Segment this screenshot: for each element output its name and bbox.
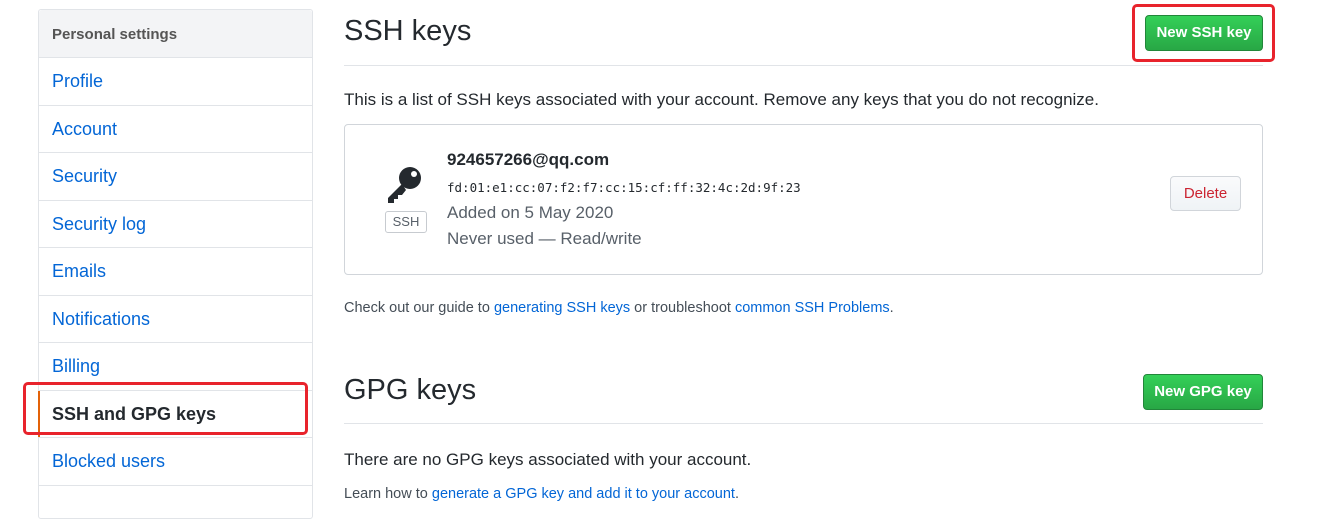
sidebar-header: Personal settings [39,10,312,58]
key-usage: Never used — Read/write [447,229,642,248]
gpg-empty-text: There are no GPG keys associated with yo… [344,450,752,469]
key-fingerprint: fd:01:e1:cc:07:f2:f7:cc:15:cf:ff:32:4c:2… [447,180,801,195]
settings-sidebar: Personal settings Profile Account Securi… [38,9,313,519]
key-added-date: Added on 5 May 2020 [447,203,614,222]
ssh-keys-title: SSH keys [344,15,472,47]
ssh-intro-text: This is a list of SSH keys associated wi… [344,90,1099,109]
ssh-guide-text: Check out our guide to generating SSH ke… [344,300,894,316]
sidebar-item-security[interactable]: Security [39,153,312,201]
ssh-key-card: SSH 924657266@qq.com fd:01:e1:cc:07:f2:f… [344,124,1263,275]
new-gpg-key-button[interactable]: New GPG key [1143,374,1263,410]
guide-prefix: Check out our guide to [344,300,494,316]
key-icon [388,167,421,203]
sidebar-item-security-log[interactable]: Security log [39,201,312,248]
gpg-learn-text: Learn how to generate a GPG key and add … [344,486,739,502]
learn-prefix: Learn how to [344,486,432,502]
sidebar-item-notifications[interactable]: Notifications [39,296,312,343]
new-ssh-key-button[interactable]: New SSH key [1145,15,1263,51]
gpg-divider [344,423,1263,424]
sidebar-item-emails[interactable]: Emails [39,248,312,296]
sidebar-item-profile[interactable]: Profile [39,58,312,106]
generate-gpg-key-link[interactable]: generate a GPG key and add it to your ac… [432,486,735,502]
guide-suffix: . [889,300,894,316]
key-title: 924657266@qq.com [447,150,610,169]
gpg-keys-title: GPG keys [344,374,477,406]
learn-suffix: . [734,486,739,502]
generating-ssh-keys-link[interactable]: generating SSH keys [494,300,630,316]
ssh-badge: SSH [385,211,427,233]
sidebar-item-account[interactable]: Account [39,106,312,153]
annotation-highlight-sidebar [23,382,308,435]
ssh-divider [344,65,1263,66]
guide-middle: or troubleshoot [630,300,735,316]
sidebar-item-blocked-users[interactable]: Blocked users [39,438,312,486]
delete-key-button[interactable]: Delete [1170,176,1241,211]
common-ssh-problems-link[interactable]: common SSH Problems [735,300,890,316]
